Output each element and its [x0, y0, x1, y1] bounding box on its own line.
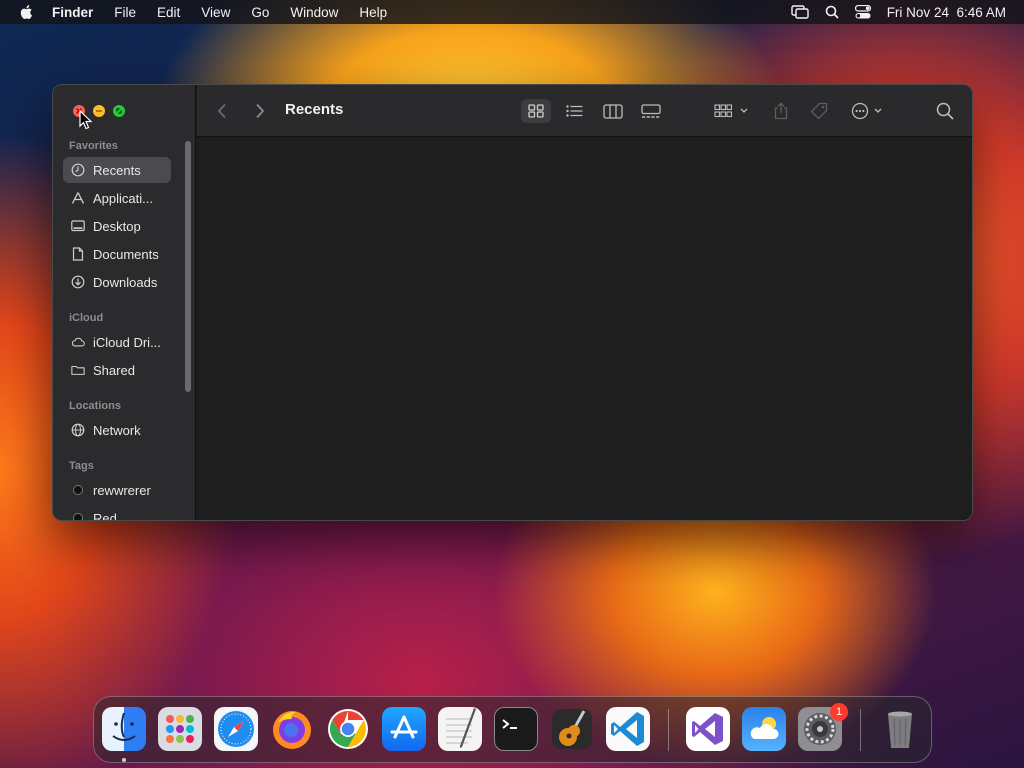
sidebar-scrollbar[interactable]	[185, 141, 191, 392]
search-icon	[936, 102, 954, 120]
minimize-icon	[96, 110, 102, 112]
sidebar-item-tag-red[interactable]: Red	[63, 505, 171, 521]
sidebar-item-label: Recents	[93, 162, 141, 178]
gallery-view-icon	[641, 103, 661, 118]
control-center-icon[interactable]	[854, 5, 871, 19]
sidebar-section-favorites: Favorites	[69, 140, 118, 152]
shared-folder-icon	[71, 363, 85, 377]
chrome-app-icon[interactable]	[326, 707, 370, 751]
sidebar-item-downloads[interactable]: Downloads	[63, 269, 171, 295]
sidebar-section-locations: Locations	[69, 400, 121, 412]
download-icon	[71, 275, 85, 289]
forward-icon	[256, 103, 265, 119]
back-button[interactable]	[217, 101, 227, 121]
weather-app-icon[interactable]	[742, 707, 786, 751]
mouse-pointer-icon	[79, 110, 93, 130]
more-actions-icon	[851, 102, 882, 120]
forward-button[interactable]	[255, 101, 265, 121]
toolbar: Recents	[197, 85, 972, 137]
icon-view-icon	[528, 104, 544, 118]
sidebar-item-recents[interactable]: Recents	[63, 157, 171, 183]
group-by-button[interactable]	[713, 101, 753, 121]
desktop-icon	[71, 219, 85, 233]
column-view-button[interactable]	[601, 101, 625, 121]
gallery-view-button[interactable]	[639, 101, 663, 121]
share-button[interactable]	[771, 101, 791, 121]
document-icon	[71, 247, 85, 261]
menu-view[interactable]: View	[201, 5, 230, 20]
share-icon	[774, 102, 788, 120]
fullscreen-icon	[116, 108, 122, 114]
menu-app-name[interactable]: Finder	[52, 5, 93, 20]
screen-mirroring-icon[interactable]	[790, 5, 809, 19]
search-button[interactable]	[935, 101, 955, 121]
dock-separator	[860, 709, 861, 751]
back-icon	[217, 103, 226, 119]
spotlight-search-icon[interactable]	[825, 5, 839, 19]
applications-icon	[71, 191, 85, 205]
sidebar-item-label: Desktop	[93, 218, 141, 234]
sidebar-item-applications[interactable]: Applicati...	[63, 185, 171, 211]
menu-edit[interactable]: Edit	[157, 5, 180, 20]
sidebar-item-network[interactable]: Network	[63, 417, 171, 443]
group-icon	[714, 104, 748, 118]
finder-window: Favorites Recents Applicati... Desktop D…	[52, 84, 973, 521]
tag-dot-icon	[71, 511, 85, 520]
minimize-button[interactable]	[93, 105, 105, 117]
tag-dot-icon	[71, 483, 85, 497]
sidebar-item-label: Network	[93, 422, 141, 438]
app-store-app-icon[interactable]	[382, 707, 426, 751]
sidebar-item-documents[interactable]: Documents	[63, 241, 171, 267]
menu-window[interactable]: Window	[290, 5, 338, 20]
column-view-icon	[603, 103, 623, 119]
sidebar-section-icloud: iCloud	[69, 312, 104, 324]
clock-icon	[71, 163, 85, 177]
menu-help[interactable]: Help	[359, 5, 387, 20]
tag-button[interactable]	[809, 101, 829, 121]
sidebar-item-label: Applicati...	[93, 190, 153, 206]
trash-app-icon[interactable]	[878, 707, 922, 751]
status-area: Fri Nov 24 6:46 AM	[790, 5, 1006, 20]
window-title: Recents	[285, 101, 344, 118]
zoom-button[interactable]	[113, 105, 125, 117]
textedit-app-icon[interactable]	[438, 707, 482, 751]
more-actions-button[interactable]	[849, 101, 889, 121]
menu-clock[interactable]: Fri Nov 24 6:46 AM	[887, 5, 1006, 20]
list-view-icon	[565, 105, 582, 117]
menu-file[interactable]: File	[114, 5, 136, 20]
visual-studio-app-icon[interactable]	[686, 707, 730, 751]
sidebar-item-desktop[interactable]: Desktop	[63, 213, 171, 239]
terminal-app-icon[interactable]	[494, 707, 538, 751]
globe-icon	[71, 423, 85, 437]
sidebar-item-label: Shared	[93, 362, 135, 378]
firefox-app-icon[interactable]	[270, 707, 314, 751]
sidebar-item-shared[interactable]: Shared	[63, 357, 171, 383]
sidebar-item-label: rewwrerer	[93, 482, 151, 498]
garageband-app-icon[interactable]	[550, 707, 594, 751]
icon-view-button[interactable]	[521, 99, 551, 123]
dock: 1	[93, 696, 932, 763]
dock-separator	[668, 709, 669, 751]
menu-bar: Finder File Edit View Go Window Help Fri…	[0, 0, 1024, 24]
tag-icon	[810, 102, 828, 120]
sidebar-item-label: Documents	[93, 246, 159, 262]
file-browser-content[interactable]	[197, 138, 972, 520]
sidebar-item-label: Downloads	[93, 274, 158, 290]
launchpad-app-icon[interactable]	[158, 707, 202, 751]
notification-badge: 1	[830, 703, 848, 721]
running-indicator	[122, 758, 126, 762]
sidebar-item-icloud-drive[interactable]: iCloud Dri...	[63, 329, 171, 355]
sidebar-item-tag-rewwrerer[interactable]: rewwrerer	[63, 477, 171, 503]
sidebar-item-label: iCloud Dri...	[93, 334, 161, 350]
sidebar: Favorites Recents Applicati... Desktop D…	[53, 85, 196, 520]
safari-app-icon[interactable]	[214, 707, 258, 751]
finder-app-icon[interactable]	[102, 707, 146, 751]
apple-logo-icon[interactable]	[18, 3, 36, 21]
sidebar-item-label: Red	[93, 510, 117, 521]
sidebar-section-tags: Tags	[69, 460, 94, 472]
list-view-button[interactable]	[563, 101, 585, 121]
cloud-icon	[71, 335, 85, 349]
vscode-app-icon[interactable]	[606, 707, 650, 751]
menu-go[interactable]: Go	[251, 5, 269, 20]
